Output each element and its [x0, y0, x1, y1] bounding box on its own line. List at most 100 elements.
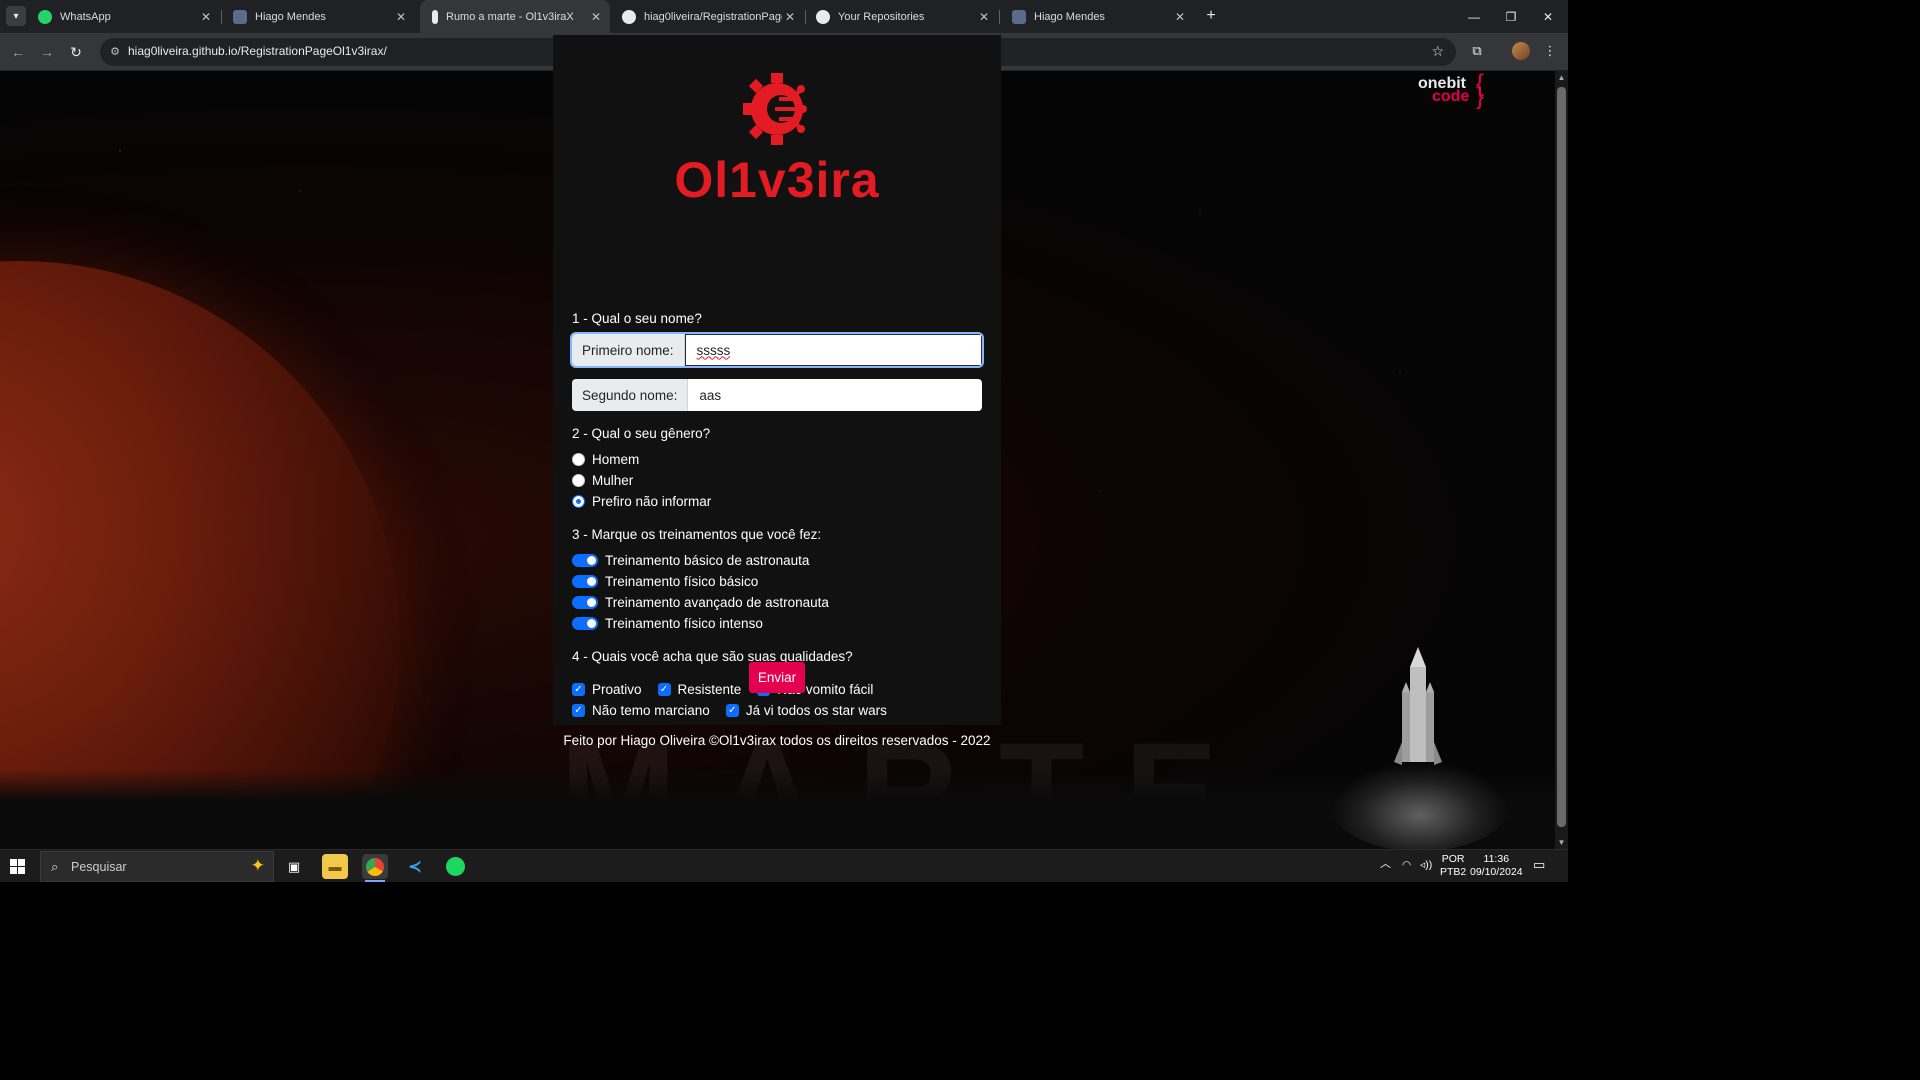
toggle-switch[interactable] [572, 617, 598, 630]
chrome-logo [366, 857, 384, 876]
clock-time: 11:36 [1483, 853, 1510, 865]
tab-strip: ▾ WhatsApp ✕ Hiago Mendes ✕ Rumo a marte… [0, 0, 1568, 33]
vscode-icon[interactable]: ≺ [402, 854, 428, 879]
close-window-button[interactable]: ✕ [1530, 0, 1566, 33]
last-name-input[interactable]: aas [688, 379, 982, 411]
checkbox-checked[interactable]: ✓ [657, 683, 671, 696]
copilot-sparkle-icon[interactable]: ✦ [251, 856, 265, 876]
submit-button[interactable]: Enviar [749, 662, 805, 693]
toggle-label: Treinamento básico de astronauta [605, 553, 810, 568]
toggle-switch[interactable] [572, 596, 598, 609]
tab-your-repositories[interactable]: Your Repositories ✕ [808, 0, 998, 33]
quality-nao-temo-marciano[interactable]: ✓ Não temo marciano [572, 703, 710, 718]
tab-hiago-mendes-2[interactable]: Hiago Mendes ✕ [1004, 0, 1194, 33]
gear-circuit-logo-icon [743, 73, 807, 145]
clock[interactable]: 11:36 09/10/2024 [1470, 853, 1523, 879]
tab-title: WhatsApp [60, 10, 111, 23]
profile-avatar[interactable] [1512, 42, 1530, 60]
training-basic-physical[interactable]: Treinamento físico básico [572, 574, 758, 589]
page-scrollbar[interactable]: ▲ ▼ [1555, 71, 1568, 849]
toggle-label: Treinamento físico intenso [605, 616, 763, 631]
tab-separator [805, 10, 806, 24]
close-icon[interactable]: ✕ [393, 10, 409, 24]
training-advanced-astronaut[interactable]: Treinamento avançado de astronauta [572, 595, 829, 610]
new-tab-button[interactable]: + [1202, 6, 1220, 26]
quality-star-wars[interactable]: ✓ Já vi todos os star wars [725, 703, 887, 718]
gender-option-nao-informar[interactable]: Prefiro não informar [572, 494, 711, 509]
question-qualities: 4 - Quais você acha que são suas qualida… [572, 649, 853, 664]
first-name-input[interactable]: sssss [684, 334, 982, 366]
training-basic-astronaut[interactable]: Treinamento básico de astronauta [572, 553, 809, 568]
close-icon[interactable]: ✕ [198, 10, 214, 24]
scroll-up-arrow-icon[interactable]: ▲ [1555, 71, 1568, 84]
first-name-label: Primeiro nome: [572, 334, 685, 366]
toggle-switch[interactable] [572, 554, 598, 567]
training-intense-physical[interactable]: Treinamento físico intenso [572, 616, 763, 631]
page-icon [233, 9, 247, 24]
menu-kebab-icon[interactable]: ⋮ [1541, 42, 1559, 60]
quality-resistente[interactable]: ✓ Resistente [657, 682, 742, 697]
tab-search-button[interactable]: ▾ [6, 6, 26, 26]
spotify-logo [445, 857, 465, 876]
bookmark-star-icon[interactable]: ☆ [1431, 43, 1444, 60]
restore-button[interactable]: ❐ [1493, 0, 1529, 33]
radio-label: Mulher [592, 473, 634, 488]
gender-option-homem[interactable]: Homem [572, 452, 639, 467]
forward-button[interactable]: → [37, 42, 57, 62]
tab-github-repo[interactable]: hiag0liveira/RegistrationPageOl ✕ [614, 0, 804, 33]
back-button[interactable]: ← [8, 42, 28, 62]
checkbox-checked[interactable]: ✓ [725, 704, 739, 717]
minimize-button[interactable]: — [1456, 0, 1492, 33]
tab-whatsapp[interactable]: WhatsApp ✕ [30, 0, 220, 33]
first-name-value: sssss [696, 342, 731, 358]
gender-option-mulher[interactable]: Mulher [572, 473, 633, 488]
language-code: POR [1441, 853, 1465, 865]
close-icon[interactable]: ✕ [782, 10, 798, 24]
scroll-down-arrow-icon[interactable]: ▼ [1555, 836, 1568, 849]
quality-proativo[interactable]: ✓ Proativo [572, 682, 642, 697]
checkbox-checked[interactable]: ✓ [572, 683, 585, 696]
close-icon[interactable]: ✕ [976, 10, 992, 24]
toggle-switch[interactable] [572, 575, 598, 588]
first-name-group: Primeiro nome: sssss [572, 334, 982, 366]
file-explorer-icon[interactable]: ▬ [322, 854, 348, 879]
task-view-icon[interactable]: ▣ [281, 854, 307, 879]
radio-button-checked[interactable] [572, 495, 585, 508]
search-placeholder: Pesquisar [71, 859, 127, 874]
windows-start-icon[interactable] [10, 859, 26, 875]
question-name: 1 - Qual o seu nome? [572, 311, 702, 326]
page-icon [1012, 9, 1026, 24]
extensions-icon[interactable]: ⧉ [1468, 42, 1486, 60]
radio-button[interactable] [572, 453, 585, 466]
language-indicator[interactable]: POR PTB2 [1440, 853, 1466, 879]
network-icon[interactable]: ◠ [1402, 859, 1411, 872]
spotify-icon[interactable] [442, 854, 468, 879]
rocket-image [1394, 647, 1442, 765]
chrome-icon[interactable] [362, 854, 388, 882]
tab-title: hiag0liveira/RegistrationPageOl [644, 10, 782, 23]
close-icon[interactable]: ✕ [588, 10, 604, 24]
checkbox-label: Resistente [677, 682, 742, 697]
keyboard-layout: PTB2 [1440, 866, 1467, 878]
toggle-label: Treinamento físico básico [605, 574, 759, 589]
qualities-row-2: ✓ Não temo marciano ✓ Já vi todos os sta… [572, 703, 903, 718]
checkbox-label: Não temo marciano [592, 703, 710, 718]
close-icon[interactable]: ✕ [1172, 10, 1188, 24]
tab-rumo-a-marte[interactable]: Rumo a marte - Ol1v3iraX ✕ [420, 0, 610, 33]
onebitcode-logo[interactable]: onebit code { } [1418, 72, 1484, 109]
taskbar-search[interactable]: ⌕ Pesquisar ✦ [40, 851, 274, 882]
radio-button[interactable] [572, 474, 585, 487]
notifications-icon[interactable]: ▭ [1533, 858, 1545, 871]
checkbox-label: Proativo [592, 682, 642, 697]
reload-button[interactable]: ↻ [66, 42, 86, 62]
tab-title: Rumo a marte - Ol1v3iraX [446, 10, 574, 23]
tray-overflow-icon[interactable]: ︿ [1380, 858, 1391, 871]
tab-separator [999, 10, 1000, 24]
clock-date: 09/10/2024 [1470, 866, 1523, 878]
tab-title: Hiago Mendes [1034, 10, 1105, 23]
site-info-icon[interactable]: ⚙ [108, 45, 122, 59]
checkbox-checked[interactable]: ✓ [572, 704, 585, 717]
tab-hiago-mendes[interactable]: Hiago Mendes ✕ [225, 0, 415, 33]
scroll-thumb[interactable] [1557, 87, 1566, 827]
volume-icon[interactable]: ◃)) [1420, 859, 1432, 872]
